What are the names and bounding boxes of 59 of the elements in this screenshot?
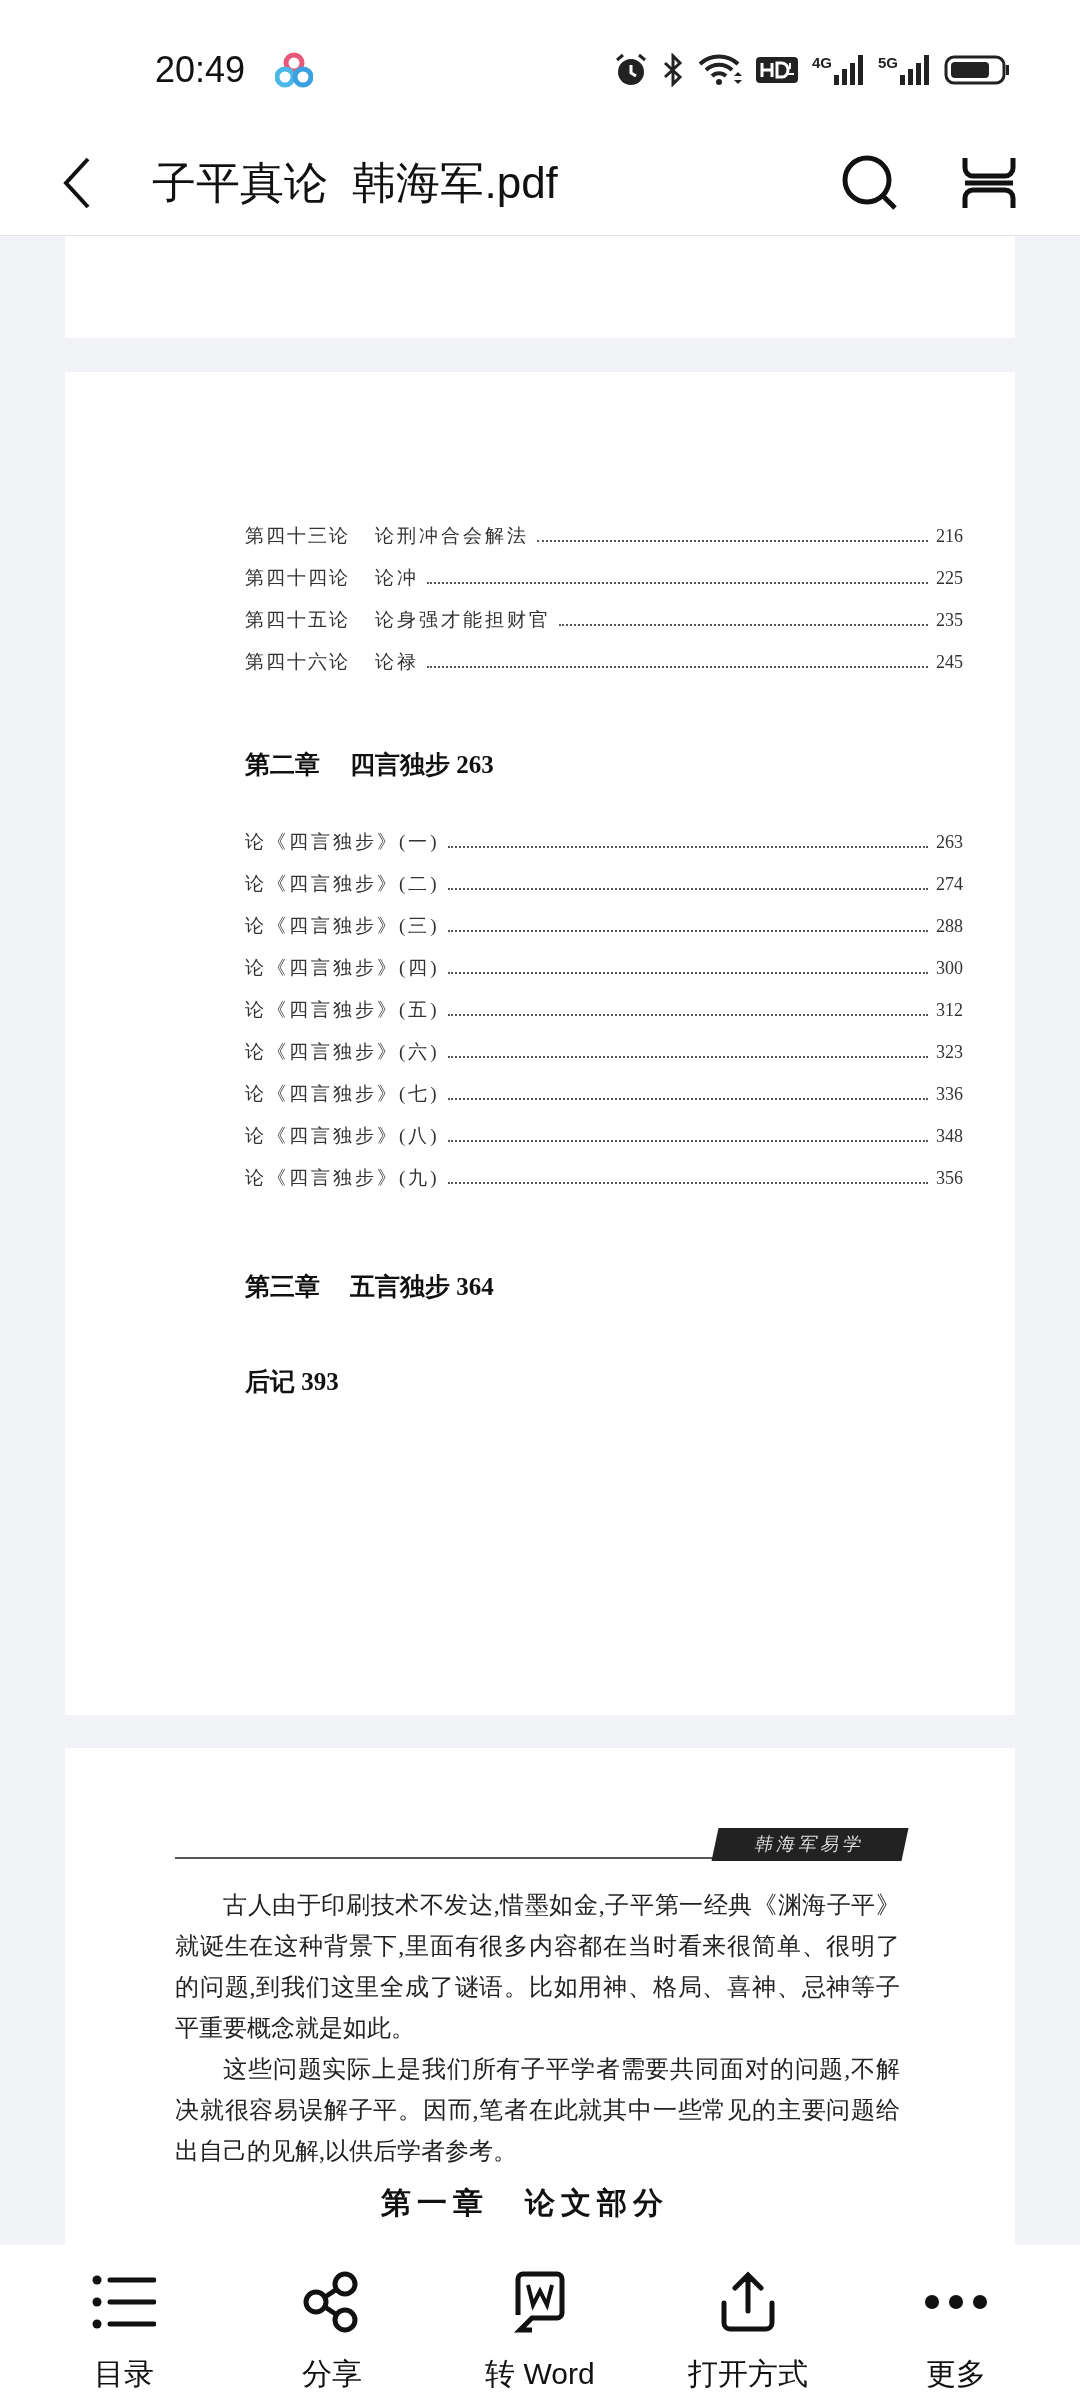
entry-title: 论《四言独步》(五) xyxy=(245,997,440,1022)
page-number: 216 xyxy=(936,525,963,548)
page-number: 336 xyxy=(936,1082,963,1106)
document-title: 子平真论 韩海军.pdf xyxy=(152,156,558,209)
entry-title: 论《四言独步》(六) xyxy=(245,1039,440,1064)
entry-title: 论《四言独步》(八) xyxy=(245,1123,440,1148)
chapter-number: 第三章 xyxy=(245,1271,320,1302)
entry-title: 论冲 xyxy=(375,566,419,590)
entry-title: 论《四言独步》(一) xyxy=(245,829,440,854)
signal-icon xyxy=(834,55,864,85)
page-number: 225 xyxy=(936,567,963,590)
page-number: 356 xyxy=(936,1166,963,1190)
chapter-title: 五言独步 364 xyxy=(350,1271,494,1302)
battery-icon xyxy=(944,55,1010,85)
entry-title: 论《四言独步》(九) xyxy=(245,1165,440,1190)
entry-number: 第四十三论 xyxy=(245,524,351,548)
wifi-icon xyxy=(697,54,742,86)
hd-badge-icon xyxy=(755,55,798,85)
chapter-title: 后记 393 xyxy=(245,1367,339,1397)
entry-number: 第四十六论 xyxy=(245,650,351,674)
chapter-heading: 第一章 论文部分 xyxy=(380,2185,670,2221)
page-number: 348 xyxy=(936,1124,963,1148)
body-paragraph: 古人由于印刷技术不发达,惜墨如金,子平第一经典《渊海子平》就诞生在这种背景下,里面有很多内容都在当时看来很简单、很明了的问题,到我们这里全成了谜语。比如用神、格局、喜神、忌神等子平重要概念就是如此。 xyxy=(175,1891,900,2043)
page-number: 274 xyxy=(936,872,963,896)
entry-title: 论刑冲合会解法 xyxy=(375,524,529,548)
toolbar-button[interactable]: 转 Word xyxy=(460,2267,620,2396)
status-time: 20:49 xyxy=(155,48,246,92)
page-number: 323 xyxy=(936,1040,963,1064)
chapter-number: 第二章 xyxy=(245,750,320,780)
page-number: 245 xyxy=(936,651,963,674)
page-number: 235 xyxy=(936,609,963,632)
toolbar-button[interactable]: 分享 xyxy=(252,2267,412,2396)
entry-title: 论身强才能担财官 xyxy=(375,608,551,632)
entry-title: 论《四言独步》(七) xyxy=(245,1081,440,1106)
bluetooth-icon xyxy=(661,53,684,87)
chapter-title: 四言独步 263 xyxy=(350,750,494,780)
alarm-icon xyxy=(613,53,648,87)
more-icon xyxy=(924,2294,988,2310)
toolbar-button[interactable]: 更多 xyxy=(876,2267,1036,2396)
page-number: 288 xyxy=(936,914,963,938)
entry-title: 论《四言独步》(二) xyxy=(245,871,440,896)
network-type: 5G xyxy=(878,55,898,70)
entry-title: 论《四言独步》(四) xyxy=(245,955,440,980)
page-number: 300 xyxy=(936,956,963,980)
page-number: 263 xyxy=(936,830,963,854)
entry-title: 论《四言独步》(三) xyxy=(245,913,440,938)
upload-icon xyxy=(719,2271,777,2333)
body-paragraph: 这些问题实际上是我们所有子平学者需要共同面对的问题,不解决就很容易误解子平。因而,笔者在此就其中一些常见的主要问题给出自己的见解,以供后学者参考。 xyxy=(175,2055,900,2166)
running-header: 韩海军易学 xyxy=(711,1828,909,1861)
entry-number: 第四十四论 xyxy=(245,566,351,590)
entry-title: 论禄 xyxy=(375,650,419,674)
toolbar-button[interactable]: 目录 xyxy=(44,2267,204,2396)
entry-number: 第四十五论 xyxy=(245,608,351,632)
list-icon xyxy=(92,2275,156,2329)
toolbar-button[interactable]: 打开方式 xyxy=(668,2267,828,2396)
network-type: 4G xyxy=(811,55,832,70)
page-number: 312 xyxy=(936,998,963,1022)
signal-icon xyxy=(900,55,930,85)
app-logo-icon xyxy=(275,52,314,88)
